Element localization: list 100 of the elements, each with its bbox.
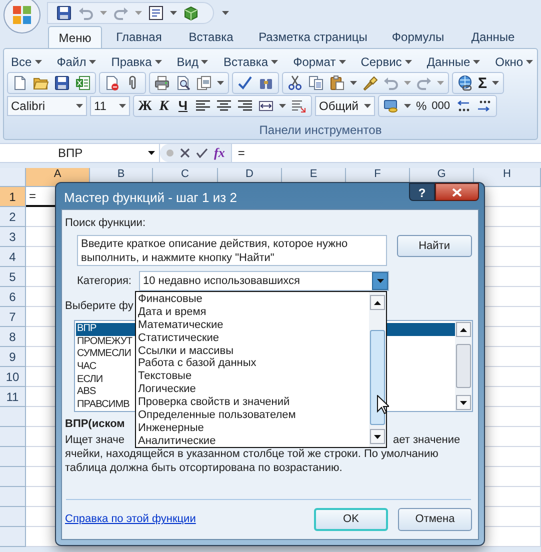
function-item[interactable]: ПРОМЕЖУТ — [76, 336, 132, 348]
help-button[interactable]: ? — [409, 183, 435, 201]
function-item[interactable]: ABS — [76, 386, 96, 400]
caret-icon[interactable] — [119, 104, 126, 108]
name-box[interactable]: ВПР — [0, 144, 160, 162]
ribbon-tab[interactable]: Формулы — [380, 26, 456, 48]
caret-icon[interactable] — [404, 104, 411, 108]
down-arrow-icon[interactable] — [460, 400, 467, 404]
search-field[interactable]: Введите краткое описание действия, которое нужно выполнить, и нажмите кнопку "Найти" — [77, 235, 387, 266]
cancel-icon[interactable] — [180, 148, 190, 158]
scrollbar[interactable] — [369, 292, 386, 447]
globe-icon[interactable] — [457, 75, 473, 91]
menu-item[interactable]: Вид — [176, 53, 208, 71]
row-header[interactable]: 9 — [0, 347, 26, 367]
caret-icon[interactable] — [154, 60, 162, 64]
category-option[interactable]: Инженерные — [138, 422, 204, 435]
save-icon[interactable] — [54, 75, 70, 91]
folder-icon[interactable] — [33, 75, 49, 91]
money-icon[interactable] — [383, 98, 399, 114]
function-item[interactable]: СУММЕСЛИ — [76, 348, 132, 362]
check-mark-icon[interactable] — [196, 148, 208, 158]
office-logo-button[interactable] — [3, 0, 41, 34]
down-arrow-icon[interactable] — [374, 434, 381, 438]
up-arrow-icon[interactable] — [374, 300, 381, 304]
ribbon-tab[interactable]: Вставка — [176, 26, 246, 48]
menu-item[interactable]: Файл — [56, 53, 96, 71]
spreadsheet-icon[interactable] — [75, 75, 91, 91]
category-option[interactable]: Финансовые — [138, 293, 202, 306]
row-header[interactable]: 3 — [0, 227, 26, 247]
ribbon-tab[interactable]: Главная — [104, 26, 174, 48]
printer-icon[interactable] — [154, 75, 170, 91]
up-arrow-icon[interactable] — [460, 328, 467, 332]
ok-button[interactable]: OK — [314, 508, 388, 531]
help-link[interactable]: Справка по этой функции — [65, 511, 196, 528]
document-stack-icon[interactable] — [196, 75, 212, 91]
scroll-thumb[interactable] — [456, 344, 471, 388]
menu-item[interactable]: Все — [11, 53, 42, 71]
caret-icon[interactable] — [201, 60, 208, 64]
function-item[interactable]: ЕСЛИ — [76, 374, 103, 386]
category-option[interactable]: Аналитические — [138, 434, 216, 448]
thousands-button[interactable]: 000 — [432, 98, 450, 114]
brush-icon[interactable] — [362, 75, 378, 91]
cube-icon[interactable] — [183, 4, 199, 20]
caret-icon[interactable] — [404, 60, 412, 64]
menu-item[interactable]: Сервис — [360, 53, 412, 71]
category-option[interactable]: Математические — [138, 318, 224, 332]
scroll-down-button[interactable] — [456, 395, 471, 410]
caret-icon[interactable] — [376, 279, 384, 283]
row-header[interactable]: 8 — [0, 327, 26, 347]
copy-icon[interactable] — [308, 75, 324, 91]
arrow-right-dots-icon[interactable] — [476, 98, 492, 114]
caret-icon[interactable] — [364, 104, 371, 108]
arrow-left-dots-icon[interactable] — [455, 98, 472, 114]
caret-icon[interactable] — [492, 81, 500, 85]
caret-icon[interactable] — [338, 60, 346, 64]
caret-icon[interactable] — [170, 10, 177, 14]
font-size-select[interactable]: 11 — [90, 96, 130, 116]
row-header[interactable]: 1 — [0, 187, 26, 207]
row-header[interactable]: 7 — [0, 307, 26, 327]
row-header[interactable]: 2 — [0, 207, 26, 227]
function-item[interactable]: ЧАС — [76, 361, 96, 374]
scroll-down-button[interactable] — [370, 429, 385, 444]
caret-icon[interactable] — [526, 60, 534, 64]
document-delete-icon[interactable] — [104, 75, 120, 91]
save-icon[interactable] — [56, 4, 72, 20]
find-button[interactable]: Найти — [396, 235, 472, 257]
caret-icon[interactable] — [271, 60, 278, 64]
percent-button[interactable]: % — [416, 97, 427, 115]
cancel-button[interactable]: Отмена — [398, 508, 472, 531]
insert-function-button[interactable]: fx — [214, 143, 225, 163]
close-button[interactable] — [435, 183, 479, 201]
ribbon-tab[interactable]: Разметка страницы — [248, 26, 378, 48]
menu-item[interactable]: Данные — [426, 53, 480, 71]
caret-icon[interactable] — [473, 60, 480, 64]
clipboard-icon[interactable] — [329, 75, 345, 91]
menu-item[interactable]: Вставка — [223, 53, 278, 71]
row-header[interactable]: 6 — [0, 287, 26, 307]
caret-icon[interactable] — [34, 60, 42, 64]
sum-button[interactable]: Σ — [478, 76, 488, 90]
scissors-icon[interactable] — [287, 75, 303, 91]
row-header[interactable]: 4 — [0, 247, 26, 267]
bold-button[interactable]: Ж — [138, 96, 152, 116]
menu-item[interactable]: Формат — [293, 53, 346, 71]
category-option[interactable]: Ссылки и массивы — [138, 344, 234, 358]
category-option[interactable]: Статистические — [138, 332, 220, 345]
category-option[interactable]: Работа с базой данных — [138, 357, 256, 370]
scrollbar[interactable] — [455, 321, 472, 411]
check-mark-icon[interactable] — [237, 75, 253, 91]
caret-icon[interactable] — [89, 60, 96, 64]
row-header[interactable]: 11 — [0, 387, 26, 407]
close-icon[interactable] — [452, 188, 462, 196]
italic-button[interactable]: К — [157, 96, 171, 116]
caret-icon[interactable] — [76, 104, 83, 108]
underline-button[interactable]: Ч — [176, 96, 190, 116]
caret-icon[interactable] — [279, 104, 286, 108]
lines-arrow-icon[interactable] — [291, 98, 307, 114]
category-option[interactable]: Логические — [138, 383, 196, 396]
row-header[interactable]: 10 — [0, 367, 26, 387]
function-item[interactable]: ПРАВСИМВ — [76, 399, 130, 412]
ribbon-tab[interactable]: Данные — [458, 26, 528, 48]
